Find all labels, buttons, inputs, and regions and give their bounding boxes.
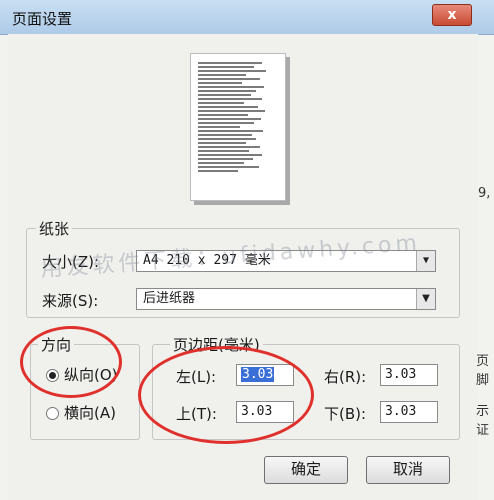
- background-fragment: 页脚: [476, 354, 490, 388]
- right-margin-input[interactable]: 3.03: [380, 364, 438, 386]
- bottom-margin-input[interactable]: 3.03: [380, 401, 438, 423]
- background-fragment: 9,: [478, 186, 491, 201]
- source-select[interactable]: 后进纸器 ▼: [136, 288, 436, 310]
- page-preview: [190, 53, 286, 201]
- right-margin-label: 右(R):: [324, 368, 367, 386]
- landscape-label: 横向(A): [64, 404, 116, 422]
- source-select-value: 后进纸器: [143, 291, 196, 306]
- close-button[interactable]: x: [432, 4, 472, 26]
- source-label: 来源(S):: [42, 292, 99, 310]
- window-title: 页面设置: [12, 10, 73, 28]
- cancel-button[interactable]: 取消: [366, 456, 450, 484]
- background-fragment: 示证: [476, 404, 490, 438]
- title-bar: 页面设置 x: [0, 0, 494, 35]
- annotation-circle-orientation: [20, 326, 122, 398]
- ok-button[interactable]: 确定: [264, 456, 348, 484]
- annotation-circle-margins: [138, 346, 314, 444]
- bottom-margin-value: 3.03: [385, 404, 417, 419]
- paper-group-label: 纸张: [36, 218, 73, 239]
- chevron-down-icon[interactable]: ▼: [416, 289, 435, 309]
- radio-unselected-icon[interactable]: [46, 407, 59, 420]
- right-margin-value: 3.03: [385, 367, 417, 382]
- bottom-margin-label: 下(B):: [324, 405, 367, 423]
- landscape-radio[interactable]: 横向(A): [46, 402, 116, 423]
